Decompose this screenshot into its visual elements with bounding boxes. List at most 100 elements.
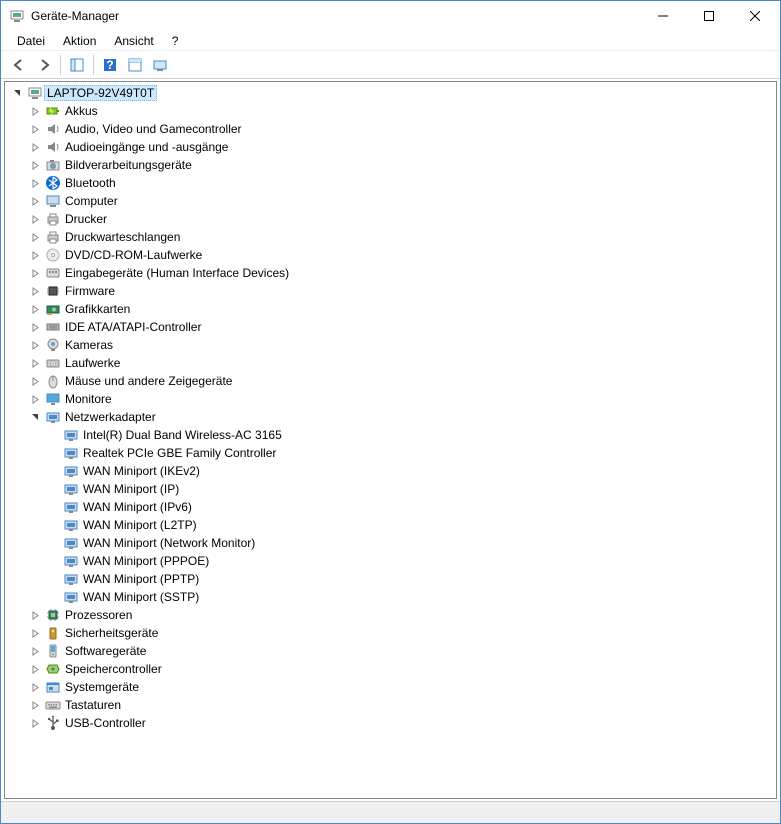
- chevron-right-icon[interactable]: [27, 193, 43, 209]
- chevron-right-icon[interactable]: [27, 175, 43, 191]
- tree-item[interactable]: Monitore: [5, 390, 776, 408]
- cpu-icon: [45, 607, 61, 623]
- chevron-right-icon[interactable]: [27, 661, 43, 677]
- disc-icon: [45, 247, 61, 263]
- tree-item[interactable]: Prozessoren: [5, 606, 776, 624]
- menu-aktion[interactable]: Aktion: [55, 32, 104, 50]
- drive-icon: [45, 355, 61, 371]
- tree-item[interactable]: Systemgeräte: [5, 678, 776, 696]
- tree-item[interactable]: Tastaturen: [5, 696, 776, 714]
- tree-item-label: WAN Miniport (Network Monitor): [83, 536, 255, 550]
- tree-item[interactable]: Laufwerke: [5, 354, 776, 372]
- tree-item[interactable]: WAN Miniport (IKEv2): [5, 462, 776, 480]
- window-title: Geräte-Manager: [31, 9, 640, 23]
- chevron-right-icon: [45, 553, 61, 569]
- tree-item[interactable]: WAN Miniport (IPv6): [5, 498, 776, 516]
- computer-icon: [27, 85, 43, 101]
- tree-item-label: Softwaregeräte: [65, 644, 146, 658]
- chevron-right-icon[interactable]: [27, 715, 43, 731]
- chevron-right-icon[interactable]: [27, 283, 43, 299]
- network-icon: [63, 535, 79, 551]
- chevron-right-icon[interactable]: [27, 373, 43, 389]
- menu-help[interactable]: ?: [164, 32, 187, 50]
- tree-item[interactable]: WAN Miniport (PPPOE): [5, 552, 776, 570]
- properties-button[interactable]: [123, 53, 147, 77]
- chevron-right-icon[interactable]: [27, 229, 43, 245]
- chevron-right-icon[interactable]: [27, 103, 43, 119]
- device-tree[interactable]: LAPTOP-92V49T0T Akkus Audio, Video und Gam…: [4, 81, 777, 799]
- bluetooth-icon: [45, 175, 61, 191]
- chevron-right-icon[interactable]: [27, 643, 43, 659]
- tree-item-label: Bildverarbeitungsgeräte: [65, 158, 192, 172]
- scan-hardware-button[interactable]: [148, 53, 172, 77]
- tree-item[interactable]: Softwaregeräte: [5, 642, 776, 660]
- tree-item-label: Audio, Video und Gamecontroller: [65, 122, 242, 136]
- chevron-right-icon: [45, 571, 61, 587]
- network-icon: [63, 571, 79, 587]
- tree-item[interactable]: IDE ATA/ATAPI-Controller: [5, 318, 776, 336]
- tree-item[interactable]: Drucker: [5, 210, 776, 228]
- chevron-right-icon[interactable]: [27, 697, 43, 713]
- tree-item[interactable]: Kameras: [5, 336, 776, 354]
- system-icon: [45, 679, 61, 695]
- tree-item[interactable]: Druckwarteschlangen: [5, 228, 776, 246]
- chevron-right-icon[interactable]: [27, 337, 43, 353]
- tree-item[interactable]: WAN Miniport (Network Monitor): [5, 534, 776, 552]
- tree-item[interactable]: USB-Controller: [5, 714, 776, 732]
- chevron-right-icon[interactable]: [27, 679, 43, 695]
- tree-item[interactable]: Sicherheitsgeräte: [5, 624, 776, 642]
- tree-item-label: Druckwarteschlangen: [65, 230, 180, 244]
- chevron-right-icon[interactable]: [27, 319, 43, 335]
- chevron-right-icon[interactable]: [27, 625, 43, 641]
- network-icon: [63, 499, 79, 515]
- toolbar-separator: [93, 55, 94, 75]
- chevron-right-icon[interactable]: [27, 247, 43, 263]
- close-button[interactable]: [732, 1, 778, 31]
- tree-item[interactable]: Netzwerkadapter: [5, 408, 776, 426]
- chevron-right-icon[interactable]: [27, 157, 43, 173]
- tree-item[interactable]: Realtek PCIe GBE Family Controller: [5, 444, 776, 462]
- tree-item-label: Computer: [65, 194, 118, 208]
- menu-ansicht[interactable]: Ansicht: [106, 32, 161, 50]
- tree-item[interactable]: Bildverarbeitungsgeräte: [5, 156, 776, 174]
- minimize-button[interactable]: [640, 1, 686, 31]
- tree-item[interactable]: Computer: [5, 192, 776, 210]
- tree-item[interactable]: LAPTOP-92V49T0T: [5, 84, 776, 102]
- chevron-down-icon[interactable]: [9, 85, 25, 101]
- chevron-right-icon[interactable]: [27, 607, 43, 623]
- chevron-right-icon[interactable]: [27, 139, 43, 155]
- printer-icon: [45, 229, 61, 245]
- tree-item[interactable]: Bluetooth: [5, 174, 776, 192]
- tree-item[interactable]: WAN Miniport (PPTP): [5, 570, 776, 588]
- chevron-right-icon[interactable]: [27, 391, 43, 407]
- tree-item[interactable]: Mäuse und andere Zeigegeräte: [5, 372, 776, 390]
- chevron-right-icon[interactable]: [27, 211, 43, 227]
- tree-item[interactable]: WAN Miniport (SSTP): [5, 588, 776, 606]
- software-icon: [45, 643, 61, 659]
- tree-item[interactable]: Firmware: [5, 282, 776, 300]
- tree-item[interactable]: WAN Miniport (L2TP): [5, 516, 776, 534]
- tree-item[interactable]: Speichercontroller: [5, 660, 776, 678]
- menu-datei[interactable]: Datei: [9, 32, 53, 50]
- chevron-right-icon[interactable]: [27, 301, 43, 317]
- tree-item-label: Tastaturen: [65, 698, 121, 712]
- forward-button[interactable]: [32, 53, 56, 77]
- chevron-right-icon[interactable]: [27, 121, 43, 137]
- tree-item-label: WAN Miniport (PPPOE): [83, 554, 209, 568]
- tree-item-label: Akkus: [65, 104, 98, 118]
- tree-item[interactable]: Audio, Video und Gamecontroller: [5, 120, 776, 138]
- help-button[interactable]: ?: [98, 53, 122, 77]
- chevron-down-icon[interactable]: [27, 409, 43, 425]
- tree-item[interactable]: WAN Miniport (IP): [5, 480, 776, 498]
- tree-item[interactable]: Grafikkarten: [5, 300, 776, 318]
- tree-item[interactable]: DVD/CD-ROM-Laufwerke: [5, 246, 776, 264]
- tree-item[interactable]: Intel(R) Dual Band Wireless-AC 3165: [5, 426, 776, 444]
- show-hide-tree-button[interactable]: [65, 53, 89, 77]
- chevron-right-icon[interactable]: [27, 355, 43, 371]
- tree-item[interactable]: Eingabegeräte (Human Interface Devices): [5, 264, 776, 282]
- tree-item[interactable]: Audioeingänge und -ausgänge: [5, 138, 776, 156]
- chevron-right-icon[interactable]: [27, 265, 43, 281]
- maximize-button[interactable]: [686, 1, 732, 31]
- back-button[interactable]: [7, 53, 31, 77]
- tree-item[interactable]: Akkus: [5, 102, 776, 120]
